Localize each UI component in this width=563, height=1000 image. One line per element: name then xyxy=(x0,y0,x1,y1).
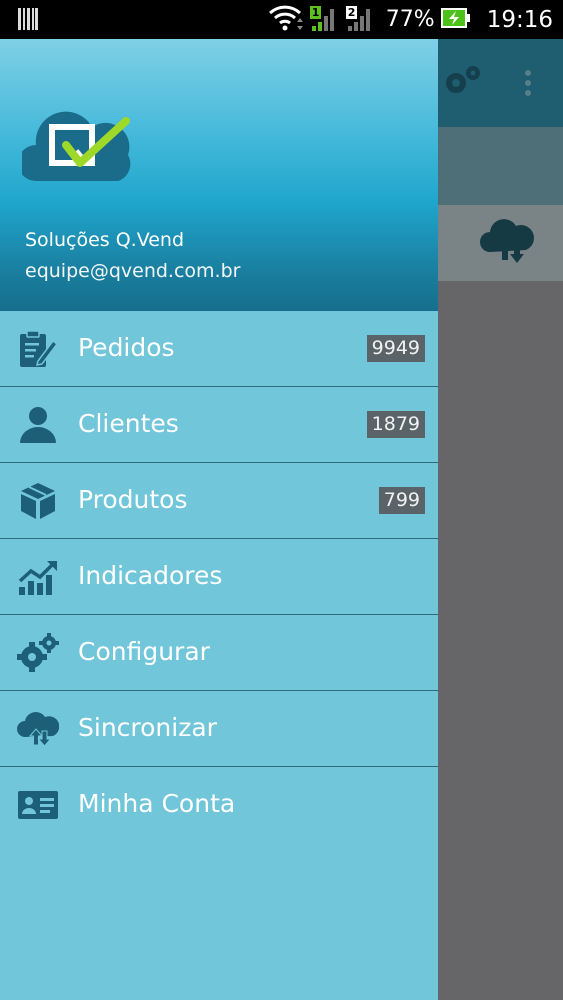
user-name: Soluções Q.Vend xyxy=(25,229,185,251)
clock: 19:16 xyxy=(486,6,553,33)
clipboard-edit-icon xyxy=(17,329,59,369)
qvend-logo xyxy=(18,105,140,191)
signal-sim1-icon: 1 xyxy=(309,4,340,36)
user-email: equipe@qvend.com.br xyxy=(25,260,241,282)
menu-item-produtos[interactable]: Produtos 799 xyxy=(0,463,438,539)
menu-item-label: Minha Conta xyxy=(78,789,236,818)
status-bar: 1 2 77% 19:16 xyxy=(0,0,563,39)
chart-icon xyxy=(17,557,59,597)
signal-sim2-icon: 2 xyxy=(345,4,376,36)
id-card-icon xyxy=(17,785,59,825)
menu-item-sincronizar[interactable]: Sincronizar xyxy=(0,691,438,767)
menu-item-indicadores[interactable]: Indicadores xyxy=(0,539,438,615)
menu-item-configurar[interactable]: Configurar xyxy=(0,615,438,691)
menu-item-clientes[interactable]: Clientes 1879 xyxy=(0,387,438,463)
box-icon xyxy=(17,481,59,521)
settings-gear-icon[interactable] xyxy=(440,61,484,105)
count-badge: 1879 xyxy=(366,411,425,438)
battery-charging-icon xyxy=(440,7,471,33)
menu-item-pedidos[interactable]: Pedidos 9949 xyxy=(0,311,438,387)
screen: 1 2 77% 19:16 Soluções Q.Vend equipe@qve… xyxy=(0,0,563,1000)
navigation-drawer: Soluções Q.Vend equipe@qvend.com.br Pedi… xyxy=(0,39,438,1000)
wifi-icon xyxy=(268,4,304,36)
barcode-icon xyxy=(18,8,38,34)
person-icon xyxy=(17,405,59,445)
sim2-label: 2 xyxy=(347,5,356,19)
drawer-menu: Pedidos 9949 Clientes 1879 Produtos 799 … xyxy=(0,311,438,842)
menu-item-label: Sincronizar xyxy=(78,713,217,742)
sim1-label: 1 xyxy=(311,5,320,19)
overflow-menu-icon[interactable] xyxy=(516,63,540,103)
battery-percent: 77% xyxy=(385,7,435,32)
cloud-sync-icon xyxy=(17,709,60,749)
drawer-header: Soluções Q.Vend equipe@qvend.com.br xyxy=(0,39,438,311)
menu-item-label: Clientes xyxy=(78,409,179,438)
menu-item-label: Pedidos xyxy=(78,333,175,362)
menu-item-label: Indicadores xyxy=(78,561,223,590)
menu-item-label: Configurar xyxy=(78,637,210,666)
cloud-sync-icon[interactable] xyxy=(478,214,536,274)
count-badge: 9949 xyxy=(366,335,425,362)
menu-item-label: Produtos xyxy=(78,485,188,514)
gears-icon xyxy=(17,633,59,673)
count-badge: 799 xyxy=(378,487,425,514)
menu-item-minha-conta[interactable]: Minha Conta xyxy=(0,767,438,842)
